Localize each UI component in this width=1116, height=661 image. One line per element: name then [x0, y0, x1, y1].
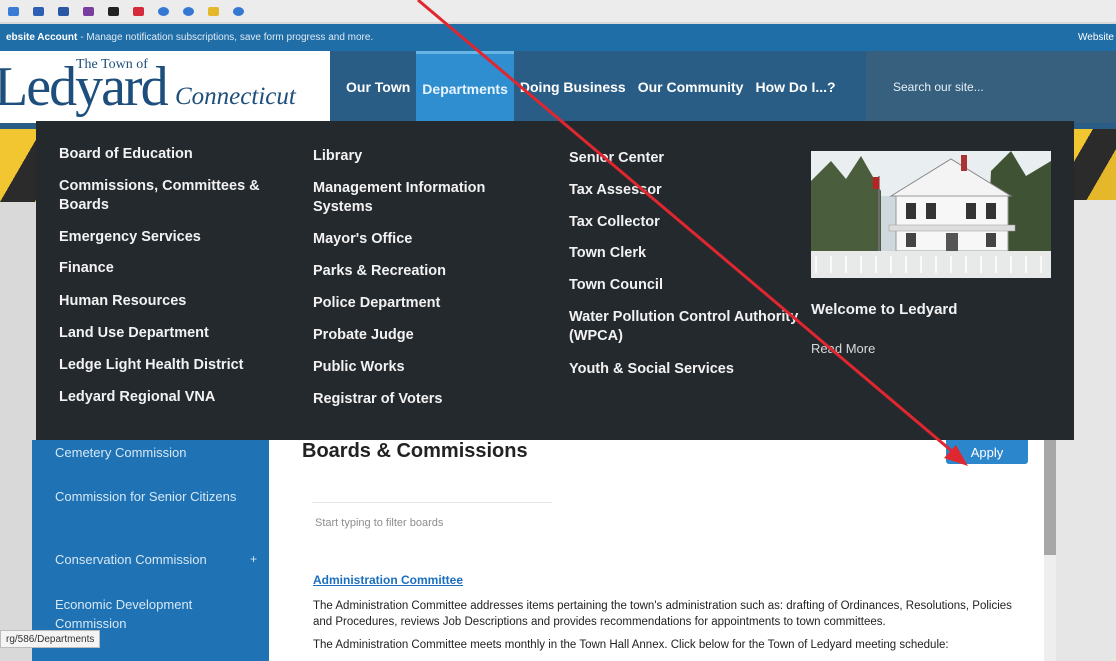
bookmark[interactable]: [33, 6, 44, 16]
apply-button[interactable]: Apply: [946, 440, 1028, 464]
bookmark-icon: [108, 6, 119, 16]
menu-item-ledge-light[interactable]: Ledge Light Health District: [59, 356, 289, 375]
logo-state-text: Connecticut: [175, 83, 296, 110]
sidebar-item-economic-development[interactable]: Economic Development Commission: [55, 595, 245, 633]
banner-right-link[interactable]: Website: [1078, 32, 1114, 43]
read-more-link[interactable]: Read More: [811, 341, 875, 356]
bookmark[interactable]: [233, 6, 244, 16]
admin-description: The Administration Committee addresses i…: [313, 600, 1012, 628]
menu-item-library[interactable]: Library: [313, 147, 543, 166]
nav-how-do-i[interactable]: How Do I...?: [749, 51, 841, 123]
bookmark-icon: [158, 6, 169, 16]
sidebar: Cemetery Commission Commission for Senio…: [32, 440, 269, 661]
bookmark-icon: [208, 6, 219, 16]
search-input[interactable]: Search our site...: [866, 51, 1116, 123]
nav-our-town[interactable]: Our Town: [340, 51, 416, 123]
sidebar-item-cemetery[interactable]: Cemetery Commission: [55, 443, 245, 462]
admin-meeting-text: The Administration Committee meets month…: [313, 639, 949, 651]
menu-item-senior-center[interactable]: Senior Center: [569, 149, 799, 168]
bookmark[interactable]: [58, 6, 69, 16]
banner-bold: ebsite Account: [6, 32, 78, 43]
menu-item-wpca[interactable]: Water Pollution Control Authority (WPCA): [569, 308, 799, 346]
menu-item-board-of-education[interactable]: Board of Education: [59, 145, 289, 164]
menu-item-emergency-services[interactable]: Emergency Services: [59, 228, 289, 247]
menu-item-registrar[interactable]: Registrar of Voters: [313, 390, 543, 409]
bookmark[interactable]: [208, 6, 219, 16]
menu-item-town-clerk[interactable]: Town Clerk: [569, 244, 799, 263]
main-content: Boards & Commissions Apply Administratio…: [269, 440, 1055, 661]
welcome-heading: Welcome to Ledyard: [811, 301, 958, 318]
banner-text: - Manage notification subscriptions, sav…: [80, 32, 374, 43]
scrollbar-thumb[interactable]: [1044, 440, 1056, 555]
bookmarks-bar: [0, 0, 1116, 22]
menu-item-parks-recreation[interactable]: Parks & Recreation: [313, 262, 543, 281]
bookmark[interactable]: [183, 6, 194, 16]
main-nav: Our Town Departments Doing Business Our …: [340, 51, 842, 123]
menu-item-human-resources[interactable]: Human Resources: [59, 292, 289, 311]
scrollbar-track[interactable]: [1044, 555, 1056, 661]
bookmark[interactable]: [158, 6, 169, 16]
menu-item-youth-social[interactable]: Youth & Social Services: [569, 360, 799, 379]
menu-item-public-works[interactable]: Public Works: [313, 358, 543, 377]
nav-doing-business[interactable]: Doing Business: [514, 51, 632, 123]
administration-committee-link[interactable]: Administration Committee: [313, 573, 463, 587]
bookmark-icon: [83, 6, 94, 16]
page-title: Boards & Commissions: [302, 440, 528, 462]
menu-item-mayors-office[interactable]: Mayor's Office: [313, 230, 543, 249]
menu-item-probate-judge[interactable]: Probate Judge: [313, 326, 543, 345]
menu-item-police[interactable]: Police Department: [313, 294, 543, 313]
menu-item-ledyard-vna[interactable]: Ledyard Regional VNA: [59, 388, 289, 407]
nav-our-community[interactable]: Our Community: [632, 51, 750, 123]
nav-departments[interactable]: Departments: [416, 51, 514, 123]
site-header: The Town of Ledyard Connecticut Our Town…: [0, 51, 1116, 129]
town-hall-photo[interactable]: [811, 151, 1051, 278]
menu-item-tax-collector[interactable]: Tax Collector: [569, 213, 799, 232]
menu-item-commissions[interactable]: Commissions, Committees & Boards: [59, 177, 289, 215]
bookmark[interactable]: [8, 6, 19, 16]
logo-big-text: Ledyard: [0, 56, 169, 118]
bookmark[interactable]: [83, 6, 94, 16]
menu-item-finance[interactable]: Finance: [59, 259, 289, 278]
bookmark[interactable]: [108, 6, 119, 16]
bookmark-icon: [33, 6, 44, 16]
bookmark-icon: [233, 6, 244, 16]
bookmark-icon: [58, 6, 69, 16]
town-hall-photo-drawing: [811, 151, 1051, 278]
account-banner[interactable]: ebsite Account - Manage notification sub…: [0, 24, 1116, 51]
expand-plus-icon[interactable]: +: [250, 552, 257, 566]
menu-item-mis[interactable]: Management Information Systems: [313, 179, 543, 217]
status-bar-url: rg/586/Departments: [0, 630, 101, 648]
menu-item-town-council[interactable]: Town Council: [569, 276, 799, 295]
menu-item-tax-assessor[interactable]: Tax Assessor: [569, 181, 799, 200]
departments-mega-menu: Board of Education Commissions, Committe…: [36, 121, 1074, 440]
menu-item-land-use[interactable]: Land Use Department: [59, 324, 289, 343]
filter-boards-input[interactable]: [312, 502, 552, 542]
sidebar-item-senior-citizens[interactable]: Commission for Senior Citizens: [55, 487, 245, 506]
bookmark[interactable]: [133, 6, 144, 16]
bookmark-icon: [8, 6, 19, 16]
sidebar-item-conservation[interactable]: Conservation Commission: [55, 550, 245, 569]
town-logo[interactable]: The Town of Ledyard Connecticut: [0, 51, 330, 123]
bookmark-icon: [183, 6, 194, 16]
bookmark-icon: [133, 6, 144, 16]
